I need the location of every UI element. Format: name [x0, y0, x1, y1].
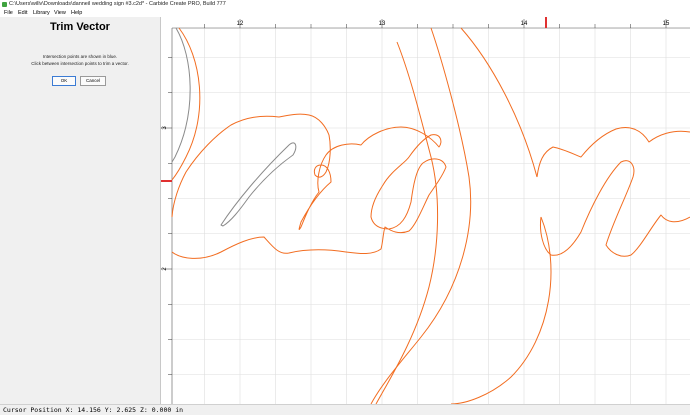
window-title: C:\Users\willv\Downloads\danneil wedding…: [9, 1, 226, 7]
vector-swash-inner[interactable]: [375, 41, 439, 404]
instruction-text-2: Click between intersection points to tri…: [31, 61, 129, 66]
menu-library[interactable]: Library: [33, 9, 50, 17]
vector-layer[interactable]: [171, 27, 690, 404]
status-bar: Cursor Position X: 14.156 Y: 2.625 Z: 0.…: [0, 404, 690, 415]
menu-edit[interactable]: Edit: [18, 9, 27, 17]
ruler-label-12: 12: [237, 21, 244, 27]
vector-swash[interactable]: [370, 27, 472, 404]
ruler-label-15: 15: [663, 21, 670, 27]
menu-file[interactable]: File: [4, 9, 13, 17]
canvas-drawing[interactable]: 12 13 14 15 3 2: [161, 17, 690, 404]
design-canvas[interactable]: 12 13 14 15 3 2: [161, 17, 690, 404]
instruction-text-1: Intersection points are shown in blue.: [42, 54, 118, 59]
cancel-button[interactable]: Cancel: [80, 76, 106, 86]
vector-letter-n[interactable]: [536, 127, 690, 257]
grid: [172, 27, 690, 404]
vector-swash-thin[interactable]: [460, 27, 538, 178]
tool-panel: Trim Vector Intersection points are show…: [0, 17, 161, 404]
vector-letter-a-counter[interactable]: [220, 142, 297, 227]
menu-bar: File Edit Library View Help: [0, 9, 690, 17]
menu-help[interactable]: Help: [71, 9, 82, 17]
panel-title: Trim Vector: [50, 21, 110, 33]
ok-button[interactable]: OK: [52, 76, 76, 86]
menu-view[interactable]: View: [54, 9, 66, 17]
app-icon: [2, 2, 7, 7]
vector-left-arc-inner[interactable]: [171, 27, 191, 163]
left-ruler[interactable]: [161, 17, 172, 404]
ruler-label-13: 13: [379, 21, 386, 27]
vector-letter-a[interactable]: [171, 113, 447, 259]
title-bar: C:\Users\willv\Downloads\danneil wedding…: [0, 0, 690, 9]
ruler-label-14: 14: [521, 21, 528, 27]
